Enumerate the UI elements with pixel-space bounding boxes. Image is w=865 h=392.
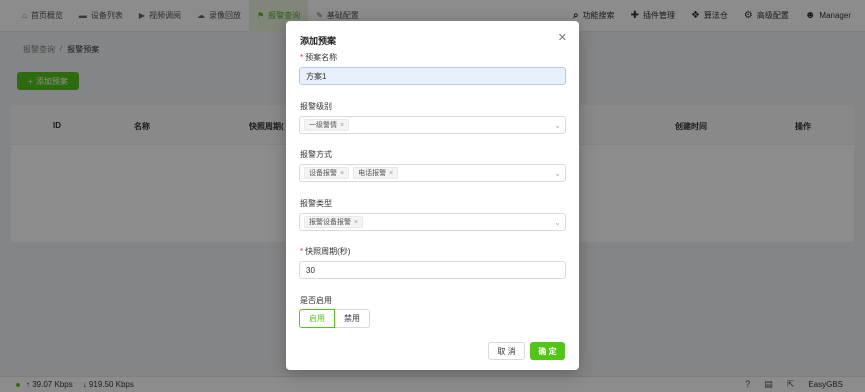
period-label-text: 快照周期(秒) [305, 247, 351, 256]
tag-close-icon[interactable]: × [340, 122, 344, 129]
add-plan-dialog: 添加预案 ✕ * 预案名称 方案1 报警级别 一级警情 × ⌄ 报警方式 设备报警… [286, 21, 579, 370]
tag-close-icon[interactable]: × [389, 170, 393, 177]
snapshot-period-value: 30 [306, 265, 315, 275]
chevron-down-icon: ⌄ [554, 168, 561, 178]
tag-type: 报警设备报警 × [304, 216, 364, 228]
tag-close-icon[interactable]: × [340, 170, 344, 177]
tag-level: 一级警情 × [304, 119, 350, 131]
tag-label: 报警设备报警 [309, 219, 351, 226]
method-label: 报警方式 [300, 150, 332, 159]
type-label: 报警类型 [300, 199, 332, 208]
required-mark: * [300, 53, 304, 62]
plan-name-input[interactable]: 方案1 [299, 67, 566, 85]
level-label: 报警级别 [300, 102, 332, 111]
alarm-level-select[interactable]: 一级警情 × ⌄ [299, 116, 566, 134]
cancel-button[interactable]: 取 消 [488, 342, 525, 360]
chevron-down-icon: ⌄ [554, 120, 561, 130]
tag-label: 一级警情 [309, 122, 337, 129]
close-icon[interactable]: ✕ [558, 31, 567, 44]
name-label: * 预案名称 [300, 52, 337, 63]
chevron-down-icon: ⌄ [554, 217, 561, 227]
enable-option[interactable]: 启用 [299, 309, 335, 328]
tag-label: 设备报警 [309, 170, 337, 177]
dialog-title: 添加预案 [300, 36, 337, 46]
plan-name-value: 方案1 [306, 71, 327, 81]
required-mark: * [300, 247, 304, 256]
alarm-method-select[interactable]: 设备报警 × 电话报警 × ⌄ [299, 164, 566, 182]
tag-label: 电话报警 [358, 170, 387, 177]
disable-option[interactable]: 禁用 [335, 309, 370, 328]
name-label-text: 预案名称 [305, 53, 338, 62]
confirm-button[interactable]: 确 定 [530, 342, 565, 360]
tag-method-device: 设备报警 × [304, 167, 350, 179]
tag-close-icon[interactable]: × [354, 219, 358, 226]
snapshot-period-input[interactable]: 30 [299, 261, 566, 279]
period-label: * 快照周期(秒) [300, 246, 350, 257]
enabled-toggle: 启用 禁用 [299, 309, 370, 328]
enabled-label: 是否启用 [300, 296, 332, 305]
alarm-type-select[interactable]: 报警设备报警 × ⌄ [299, 213, 566, 231]
tag-method-phone: 电话报警 × [353, 167, 399, 179]
